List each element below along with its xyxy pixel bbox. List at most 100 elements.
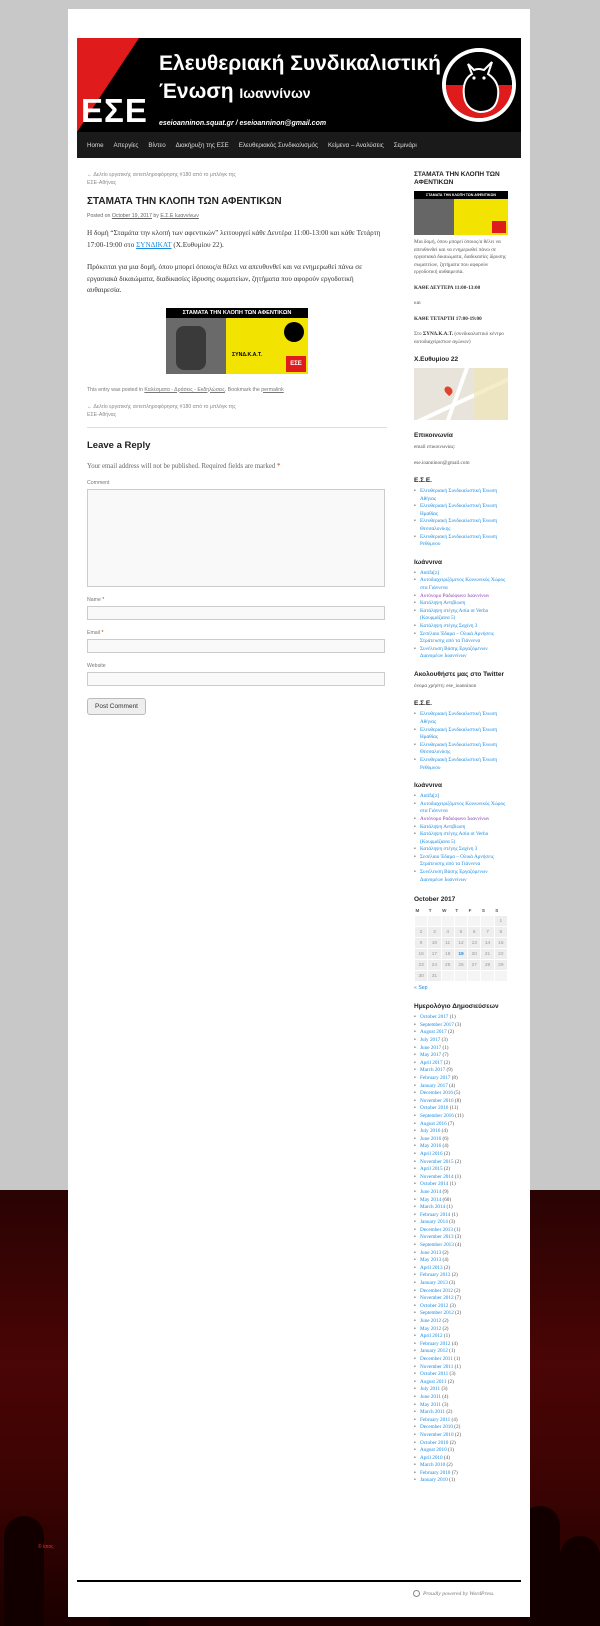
nav-item-home[interactable]: Home <box>87 142 104 149</box>
archive-month-link[interactable]: December 2010 <box>420 1424 453 1430</box>
archive-item[interactable]: December 2010 (2) <box>414 1424 510 1432</box>
archive-month-link[interactable]: January 2013 <box>420 1280 448 1286</box>
archive-item[interactable]: June 2011 (4) <box>414 1394 510 1402</box>
ioannina-link[interactable]: Κατάληψη στέγης Σαχίνη 3 <box>414 623 510 631</box>
nav-item-syndicalism[interactable]: Ελευθεριακός Συνδικαλισμός <box>239 142 318 149</box>
archive-month-link[interactable]: April 2010 <box>420 1455 443 1461</box>
ioannina-link[interactable]: Σεσέλαιο Έδαμα – Ολικά Αρνήσεις Στράτευσ… <box>414 854 510 869</box>
archive-item[interactable]: March 2011 (2) <box>414 1409 510 1417</box>
ese-link[interactable]: Ελευθεριακή Συνδικαλιστική Ένωση Ρεθύμνο… <box>414 757 510 772</box>
archive-month-link[interactable]: December 2011 <box>420 1356 453 1362</box>
archive-month-link[interactable]: July 2011 <box>420 1386 440 1392</box>
post-poster-image[interactable]: ΣΤΑΜΑΤΑ ΤΗΝ ΚΛΟΠΗ ΤΩΝ ΑΦΕΝΤΙΚΩΝ ΣΥΝΔ.Κ.Α… <box>166 307 308 374</box>
archive-month-link[interactable]: June 2012 <box>420 1318 441 1324</box>
archive-month-link[interactable]: November 2010 <box>420 1432 454 1438</box>
archive-month-link[interactable]: March 2014 <box>420 1204 445 1210</box>
calendar-prev-link[interactable]: « Sep <box>414 985 510 991</box>
archive-item[interactable]: July 2011 (3) <box>414 1386 510 1394</box>
archive-month-link[interactable]: July 2017 <box>420 1037 440 1043</box>
archive-item[interactable]: May 2013 (4) <box>414 1257 510 1265</box>
ese-link[interactable]: Ελευθεριακή Συνδικαλιστική Ένωση Θεσσαλο… <box>414 518 510 533</box>
author-link[interactable]: Ε.Σ.Ε Ιωαννίνων <box>160 213 199 219</box>
ese-link[interactable]: Ελευθεριακή Συνδικαλιστική Ένωση Αθήνας <box>414 711 510 726</box>
archive-month-link[interactable]: January 2014 <box>420 1219 448 1225</box>
archive-month-link[interactable]: March 2010 <box>420 1462 445 1468</box>
calendar-day[interactable]: 19 <box>453 948 469 961</box>
ioannina-link[interactable]: Αυτόνομο Ραδιόφωνο Ιωαννίνων <box>414 816 510 824</box>
archive-item[interactable]: October 2017 (1) <box>414 1014 510 1022</box>
name-field[interactable] <box>87 605 385 620</box>
archive-item[interactable]: January 2013 (3) <box>414 1280 510 1288</box>
archive-item[interactable]: October 2011 (3) <box>414 1371 510 1379</box>
email-field[interactable] <box>87 638 385 653</box>
archive-item[interactable]: April 2015 (2) <box>414 1166 510 1174</box>
archive-month-link[interactable]: November 2011 <box>420 1364 453 1370</box>
archive-item[interactable]: February 2017 (8) <box>414 1075 510 1083</box>
archive-month-link[interactable]: June 2011 <box>420 1394 441 1400</box>
archive-item[interactable]: May 2011 (3) <box>414 1402 510 1410</box>
archive-month-link[interactable]: September 2012 <box>420 1310 454 1316</box>
ese-link[interactable]: Ελευθεριακή Συνδικαλιστική Ένωση Ρεθύμνο… <box>414 534 510 549</box>
nav-item-declaration[interactable]: Διακήρυξη της ΕΣΕ <box>176 142 229 149</box>
ioannina-link[interactable]: Συνέλευση Βάσης Εργαζόμενων Διανομέων Ιω… <box>414 646 510 661</box>
syndikat-link[interactable]: ΣΥΝΔΙΚΑΤ <box>136 241 171 249</box>
archive-month-link[interactable]: June 2014 <box>420 1189 441 1195</box>
archive-month-link[interactable]: May 2012 <box>420 1326 441 1332</box>
archive-month-link[interactable]: February 2011 <box>420 1417 450 1423</box>
archive-month-link[interactable]: May 2013 <box>420 1257 441 1263</box>
archive-item[interactable]: May 2017 (7) <box>414 1052 510 1060</box>
archive-month-link[interactable]: January 2010 <box>420 1477 448 1483</box>
archive-month-link[interactable]: May 2014 <box>420 1197 441 1203</box>
archive-item[interactable]: November 2012 (7) <box>414 1295 510 1303</box>
comment-field[interactable] <box>87 488 385 587</box>
location-map[interactable] <box>414 368 508 420</box>
ioannina-link[interactable]: Αυτοδιαχειριζόμενος Κοινωνικός Χώρος στα… <box>414 801 510 816</box>
footer-credit[interactable]: Proudly powered by WordPress. <box>413 1590 495 1597</box>
ioannina-link[interactable]: Κατάληψη στέγης Σαχίνη 3 <box>414 846 510 854</box>
archive-item[interactable]: January 2014 (3) <box>414 1219 510 1227</box>
archive-month-link[interactable]: November 2014 <box>420 1174 454 1180</box>
permalink-link[interactable]: permalink <box>261 387 284 393</box>
archive-month-link[interactable]: February 2012 <box>420 1341 450 1347</box>
archive-month-link[interactable]: September 2016 <box>420 1113 454 1119</box>
previous-post-link-bottom[interactable]: ← Δελτίο εργατικής αντεπληροφόρησης #180… <box>87 403 237 419</box>
archive-month-link[interactable]: February 2017 <box>420 1075 450 1081</box>
archive-month-link[interactable]: October 2016 <box>420 1105 448 1111</box>
archive-month-link[interactable]: June 2013 <box>420 1250 441 1256</box>
archive-item[interactable]: December 2011 (1) <box>414 1356 510 1364</box>
archive-item[interactable]: July 2016 (4) <box>414 1128 510 1136</box>
archive-item[interactable]: September 2016 (11) <box>414 1113 510 1121</box>
archive-month-link[interactable]: April 2016 <box>420 1151 443 1157</box>
archive-month-link[interactable]: January 2012 <box>420 1348 448 1354</box>
archive-item[interactable]: December 2016 (5) <box>414 1090 510 1098</box>
archive-month-link[interactable]: March 2011 <box>420 1409 445 1415</box>
archive-item[interactable]: April 2012 (1) <box>414 1333 510 1341</box>
archive-month-link[interactable]: December 2012 <box>420 1288 453 1294</box>
sidebar-poster-image[interactable]: ΣΤΑΜΑΤΑ ΤΗΝ ΚΛΟΠΗ ΤΩΝ ΑΦΕΝΤΙΚΩΝ <box>414 191 508 235</box>
archive-item[interactable]: September 2013 (4) <box>414 1242 510 1250</box>
archive-item[interactable]: October 2010 (2) <box>414 1440 510 1448</box>
archive-item[interactable]: October 2014 (1) <box>414 1181 510 1189</box>
ioannina-link[interactable]: Κατάληψη Αντιβίωση <box>414 824 510 832</box>
archive-item[interactable]: August 2010 (1) <box>414 1447 510 1455</box>
archive-item[interactable]: November 2013 (3) <box>414 1234 510 1242</box>
archive-item[interactable]: November 2010 (2) <box>414 1432 510 1440</box>
ese-link[interactable]: Ελευθεριακή Συνδικαλιστική Ένωση Ημαθίας <box>414 727 510 742</box>
archive-month-link[interactable]: April 2013 <box>420 1265 443 1271</box>
archive-month-link[interactable]: May 2016 <box>420 1143 441 1149</box>
ioannina-link[interactable]: Κατάληψη στέγης Ασία ot Verba (Κουρμάζια… <box>414 608 510 623</box>
archive-item[interactable]: October 2016 (11) <box>414 1105 510 1113</box>
ioannina-link[interactable]: Συνέλευση Βάσης Εργαζόμενων Διανομέων Ιω… <box>414 869 510 884</box>
archive-month-link[interactable]: December 2016 <box>420 1090 453 1096</box>
archive-month-link[interactable]: August 2010 <box>420 1447 447 1453</box>
category-link[interactable]: Καλέσματα - Δράσεις - Εκδηλώσεις <box>144 387 224 393</box>
archive-item[interactable]: June 2014 (9) <box>414 1189 510 1197</box>
archive-item[interactable]: July 2017 (3) <box>414 1037 510 1045</box>
ioannina-link[interactable]: Αυτοδιαχειριζόμενος Κοινωνικός Χώρος στα… <box>414 577 510 592</box>
archive-month-link[interactable]: November 2012 <box>420 1295 454 1301</box>
website-field[interactable] <box>87 671 385 686</box>
archive-month-link[interactable]: May 2017 <box>420 1052 441 1058</box>
archive-month-link[interactable]: February 2010 <box>420 1470 450 1476</box>
archive-month-link[interactable]: November 2015 <box>420 1159 454 1165</box>
archive-month-link[interactable]: April 2017 <box>420 1060 443 1066</box>
